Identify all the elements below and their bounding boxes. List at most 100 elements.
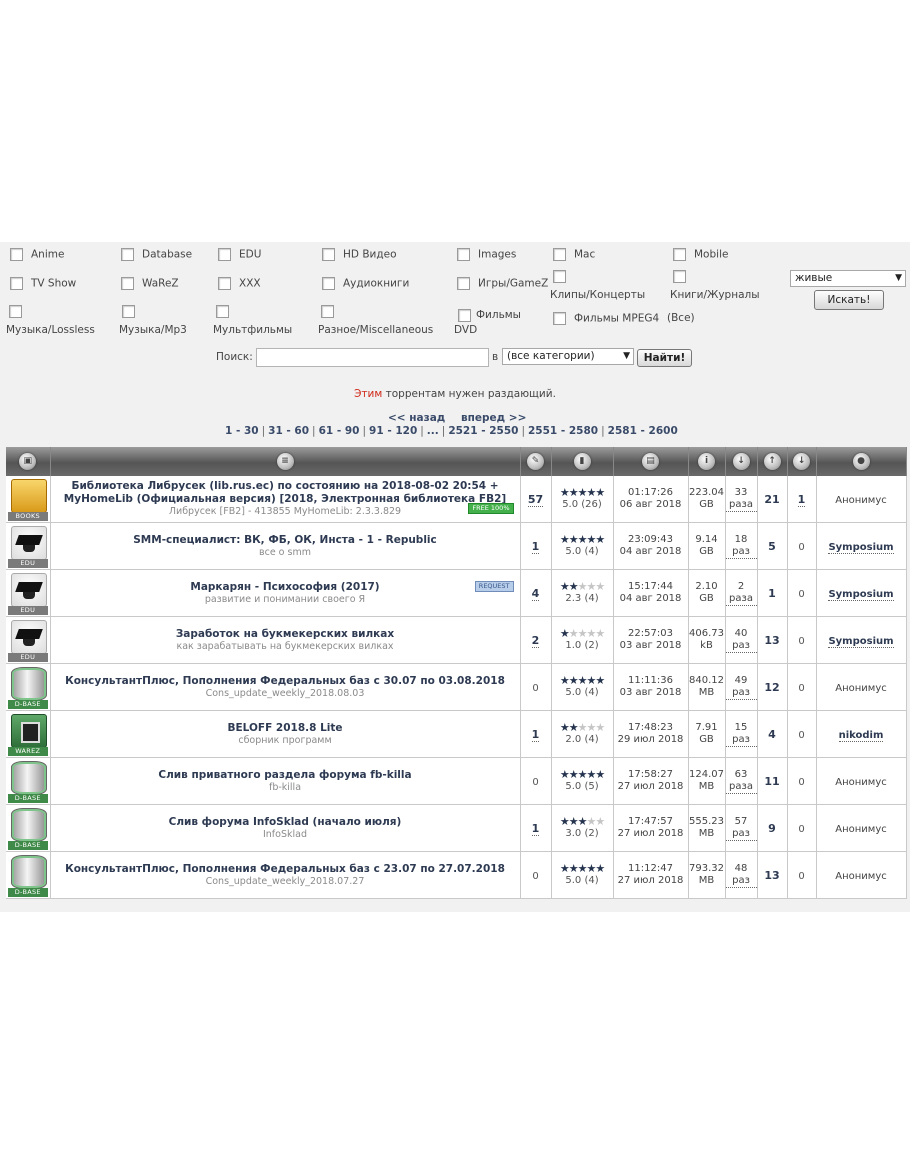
- torrent-title[interactable]: BELOFF 2018.8 Lite: [51, 722, 520, 735]
- seeders-count[interactable]: 21: [764, 493, 779, 506]
- page-link[interactable]: 2551 - 2580: [528, 425, 598, 437]
- category-warez[interactable]: WaReZ: [121, 277, 179, 290]
- comments-count[interactable]: 57: [527, 492, 544, 507]
- torrent-title[interactable]: SMM-специалист: ВК, ФБ, ОК, Инста - 1 - …: [51, 534, 520, 547]
- checkbox[interactable]: [457, 277, 470, 290]
- page-link[interactable]: 91 - 120: [369, 425, 417, 437]
- downloads-unit[interactable]: раз: [725, 687, 757, 700]
- category-tvshow[interactable]: TV Show: [10, 277, 76, 290]
- uploader-name[interactable]: Symposium: [828, 635, 894, 648]
- torrent-title[interactable]: Слив приватного раздела форума fb-killa: [51, 769, 520, 782]
- page-link[interactable]: 31 - 60: [268, 425, 309, 437]
- seeders-count[interactable]: 11: [764, 775, 779, 788]
- page-link[interactable]: 1 - 30: [225, 425, 259, 437]
- checkbox[interactable]: [10, 277, 23, 290]
- seeders-count[interactable]: 13: [764, 634, 779, 647]
- category-hd[interactable]: HD Видео: [322, 248, 397, 261]
- category-audiobooks[interactable]: Аудиокниги: [322, 277, 409, 290]
- checkbox[interactable]: [321, 305, 334, 318]
- comments-count[interactable]: 0: [532, 683, 538, 694]
- category-lossless[interactable]: Музыка/Lossless: [6, 305, 95, 336]
- category-games[interactable]: Игры/GameZ: [457, 277, 548, 290]
- checkbox[interactable]: [553, 248, 566, 261]
- seeders-count[interactable]: 13: [764, 869, 779, 882]
- comments-count[interactable]: 4: [531, 586, 540, 601]
- leechers-count[interactable]: 0: [798, 636, 804, 647]
- downloads-unit[interactable]: раз: [725, 640, 757, 653]
- uploader-name[interactable]: Анонимус: [835, 777, 887, 788]
- checkbox[interactable]: [673, 270, 686, 283]
- checkbox[interactable]: [121, 277, 134, 290]
- star-rating[interactable]: ★★★★★: [552, 769, 613, 781]
- category-edu[interactable]: EDU: [218, 248, 261, 261]
- uploader-name[interactable]: Анонимус: [835, 871, 887, 882]
- books-category-icon[interactable]: BOOKS: [7, 476, 48, 522]
- dbase-category-icon[interactable]: D-BASE: [7, 664, 48, 710]
- uploader-name[interactable]: Symposium: [828, 541, 894, 554]
- next-page-link[interactable]: вперед >>: [461, 412, 526, 424]
- torrent-title[interactable]: Маркарян - Психософия (2017): [51, 581, 520, 594]
- checkbox[interactable]: [121, 248, 134, 261]
- category-cartoons[interactable]: Мультфильмы: [213, 305, 292, 336]
- uploader-name[interactable]: Анонимус: [835, 495, 887, 506]
- category-select[interactable]: (все категории) ▼: [502, 348, 634, 365]
- page-link[interactable]: 2581 - 2600: [608, 425, 678, 437]
- category-books[interactable]: Книги/Журналы: [670, 270, 760, 301]
- checkbox[interactable]: [553, 312, 566, 325]
- star-rating[interactable]: ★★★★★: [552, 675, 613, 687]
- seeders-count[interactable]: 4: [768, 728, 776, 741]
- torrent-title[interactable]: Слив форума InfoSklad (начало июля): [51, 816, 520, 829]
- category-mp3[interactable]: Музыка/Mp3: [119, 305, 187, 336]
- header-uploader[interactable]: ●: [816, 447, 907, 476]
- edu-category-icon[interactable]: EDU: [7, 617, 48, 663]
- checkbox[interactable]: [322, 277, 335, 290]
- checkbox[interactable]: [218, 277, 231, 290]
- category-database[interactable]: Database: [121, 248, 192, 261]
- downloads-unit[interactable]: раз: [725, 734, 757, 747]
- torrent-title[interactable]: КонсультантПлюс, Пополнения Федеральных …: [51, 675, 520, 688]
- page-link[interactable]: 61 - 90: [319, 425, 360, 437]
- uploader-name[interactable]: Анонимус: [835, 824, 887, 835]
- page-link[interactable]: 2521 - 2550: [448, 425, 518, 437]
- dbase-category-icon[interactable]: D-BASE: [7, 852, 48, 898]
- category-anime[interactable]: Anime: [10, 248, 64, 261]
- star-rating[interactable]: ★★★★★: [552, 628, 613, 640]
- search-button[interactable]: Искать!: [814, 290, 884, 310]
- status-select[interactable]: живые ▼: [790, 270, 906, 287]
- seeders-count[interactable]: 1: [768, 587, 776, 600]
- star-rating[interactable]: ★★★★★: [552, 581, 613, 593]
- category-clips[interactable]: Клипы/Концерты: [550, 270, 645, 301]
- torrent-title[interactable]: Библиотека Либрусек (lib.rus.ec) по сост…: [51, 480, 520, 506]
- edu-category-icon[interactable]: EDU: [7, 523, 48, 569]
- checkbox[interactable]: [218, 248, 231, 261]
- torrent-title[interactable]: КонсультантПлюс, Пополнения Федеральных …: [51, 863, 520, 876]
- star-rating[interactable]: ★★★★★: [552, 863, 613, 875]
- checkbox[interactable]: [553, 270, 566, 283]
- category-dvd[interactable]: Фильмы DVD: [454, 308, 524, 338]
- header-size[interactable]: i: [688, 447, 726, 476]
- comments-count[interactable]: 0: [532, 871, 538, 882]
- search-input[interactable]: [256, 348, 489, 367]
- leechers-count[interactable]: 0: [798, 542, 804, 553]
- downloads-unit[interactable]: раза: [725, 593, 757, 606]
- seeders-count[interactable]: 5: [768, 540, 776, 553]
- dbase-category-icon[interactable]: D-BASE: [7, 805, 48, 851]
- header-seeders[interactable]: ↑: [757, 447, 788, 476]
- checkbox[interactable]: [10, 248, 23, 261]
- leechers-count[interactable]: 0: [798, 777, 804, 788]
- leechers-count[interactable]: 0: [798, 871, 804, 882]
- prev-page-link[interactable]: << назад: [388, 412, 445, 424]
- checkbox[interactable]: [9, 305, 22, 318]
- comments-count[interactable]: 1: [531, 539, 540, 554]
- comments-count[interactable]: 2: [531, 633, 540, 648]
- header-leechers[interactable]: ↓: [787, 447, 817, 476]
- edu-category-icon[interactable]: EDU: [7, 570, 48, 616]
- leechers-count[interactable]: 0: [798, 824, 804, 835]
- category-mobile[interactable]: Mobile: [673, 248, 728, 261]
- checkbox[interactable]: [216, 305, 229, 318]
- uploader-name[interactable]: Symposium: [828, 588, 894, 601]
- torrent-title[interactable]: Заработок на букмекерских вилках: [51, 628, 520, 641]
- leechers-count[interactable]: 0: [798, 683, 804, 694]
- category-xxx[interactable]: XXX: [218, 277, 261, 290]
- uploader-name[interactable]: nikodim: [838, 729, 884, 742]
